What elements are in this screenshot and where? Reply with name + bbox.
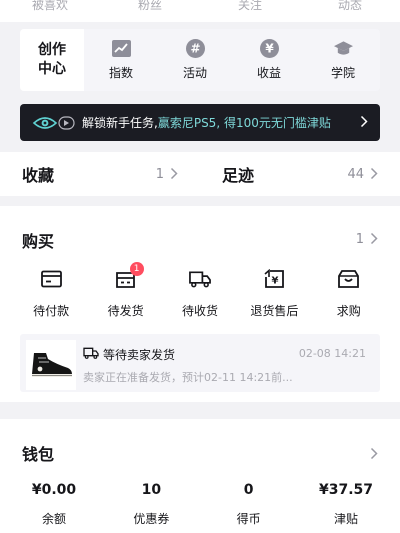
stat-posts[interactable]: 动态 [300, 0, 400, 22]
purchase-title[interactable]: 购买 [22, 228, 54, 252]
order-item-status: 等待卖家发货 [83, 346, 175, 363]
order-pending-payment[interactable]: 待付款 [18, 268, 84, 319]
wallet-stat-value: ¥37.57 [318, 482, 373, 498]
creator-title-line2: 中心 [38, 61, 66, 77]
wallet-coins[interactable]: 0 得币 [209, 482, 289, 527]
creator-center-bar: 创作 中心 指数 # 活动 ¥ 收益 学院 [20, 29, 380, 91]
order-item-time: 02-08 14:21 [298, 347, 366, 360]
chart-icon [111, 39, 131, 58]
creator-tool-earnings[interactable]: ¥ 收益 [232, 39, 306, 81]
wallet-stat-label: 余额 [41, 512, 66, 526]
banner-highlight-text: 赢索尼PS5, 得100元无门槛津贴 [157, 116, 331, 130]
profile-page: 被喜欢 粉丝 关注 动态 创作 中心 指数 # 活动 ¥ 收益 学院 解锁新手任… [0, 0, 400, 533]
eye-logo-icon [32, 114, 76, 132]
order-label: 待付款 [33, 304, 70, 318]
svg-text:¥: ¥ [271, 276, 278, 287]
profile-stats-bar: 被喜欢 粉丝 关注 动态 [0, 0, 400, 22]
creator-tool-activity[interactable]: # 活动 [158, 39, 232, 81]
order-status-row: 待付款 1 待发货 待收货 ¥ 退货售后 求购 [0, 262, 400, 319]
svg-text:¥: ¥ [265, 42, 274, 56]
chevron-right-icon [370, 230, 378, 249]
footprints-label: 足迹 [222, 166, 255, 185]
wallet-coupons[interactable]: 10 优惠券 [111, 482, 191, 527]
chevron-right-icon [360, 115, 368, 131]
order-label: 待发货 [107, 304, 144, 318]
order-item-status-text: 等待卖家发货 [103, 348, 176, 362]
chevron-right-icon [370, 165, 378, 184]
wallet-stat-value: 0 [243, 482, 254, 498]
order-label: 求购 [336, 304, 361, 318]
wallet-stat-label: 优惠券 [133, 512, 170, 526]
return-yen-icon: ¥ [263, 268, 285, 290]
creator-tool-label: 学院 [330, 66, 355, 80]
stat-liked[interactable]: 被喜欢 [0, 0, 100, 22]
purchase-all-link[interactable]: 1 [356, 230, 378, 249]
order-label: 待收货 [181, 304, 218, 318]
shop-bag-icon [338, 268, 360, 290]
svg-text:#: # [190, 42, 200, 56]
order-pending-shipment[interactable]: 1 待发货 [93, 262, 159, 319]
hashtag-icon: # [185, 39, 205, 58]
wallet-stat-label: 得币 [236, 512, 261, 526]
wallet-allowance[interactable]: ¥37.57 津贴 [306, 482, 386, 527]
banner-text: 解锁新手任务, [82, 116, 158, 130]
wallet-stat-label: 津贴 [333, 512, 358, 526]
creator-title-line1: 创作 [38, 42, 66, 58]
order-badge: 1 [129, 262, 144, 276]
truck-icon [83, 347, 99, 362]
wallet-stat-value: 10 [141, 482, 162, 498]
chevron-right-icon[interactable] [370, 445, 378, 464]
creator-tool-label: 收益 [256, 66, 281, 80]
creator-center-title[interactable]: 创作 中心 [20, 29, 84, 91]
favorites-entry[interactable]: 收藏 1 [22, 162, 178, 186]
order-item-card[interactable]: 等待卖家发货 02-08 14:21 卖家正在准备发货，预计02-11 14:2… [20, 334, 380, 392]
graduation-cap-icon [333, 39, 353, 58]
order-pending-receipt[interactable]: 待收货 [167, 268, 233, 319]
favorites-footprints-row: 收藏 1 足迹 44 [0, 152, 400, 196]
order-item-desc: 卖家正在准备发货，预计02-11 14:21前... [83, 371, 293, 384]
truck-icon [189, 268, 211, 290]
order-label: 退货售后 [250, 304, 299, 318]
wallet-stats-row: ¥0.00 余额 10 优惠券 0 得币 ¥37.57 津贴 [0, 482, 400, 527]
order-wanted[interactable]: 求购 [316, 268, 382, 319]
creator-tool-index[interactable]: 指数 [84, 39, 158, 81]
sneaker-thumbnail [26, 340, 76, 390]
footprints-entry[interactable]: 足迹 44 [222, 162, 378, 186]
newbie-task-banner[interactable]: 解锁新手任务, 赢索尼PS5, 得100元无门槛津贴 [20, 104, 380, 141]
favorites-count: 1 [155, 166, 164, 182]
wallet-card-icon [40, 268, 62, 290]
creator-tool-academy[interactable]: 学院 [306, 39, 380, 81]
favorites-label: 收藏 [22, 166, 55, 185]
wallet-title[interactable]: 钱包 [22, 441, 54, 465]
stat-following[interactable]: 关注 [200, 0, 300, 22]
order-returns-aftersale[interactable]: ¥ 退货售后 [241, 268, 307, 319]
wallet-card: 钱包 ¥0.00 余额 10 优惠券 0 得币 ¥37.57 津贴 [0, 419, 400, 533]
footprints-count: 44 [347, 166, 364, 182]
purchase-count: 1 [355, 232, 364, 247]
creator-tool-label: 指数 [108, 66, 133, 80]
yen-icon: ¥ [259, 39, 279, 58]
purchase-card: 购买 1 待付款 1 待发货 待收货 ¥ 退货售后 求购 等待卖家发货 02-0… [0, 206, 400, 402]
chevron-right-icon [170, 165, 178, 184]
wallet-balance[interactable]: ¥0.00 余额 [14, 482, 94, 527]
wallet-stat-value: ¥0.00 [31, 482, 77, 498]
creator-tool-label: 活动 [182, 66, 207, 80]
stat-fans[interactable]: 粉丝 [100, 0, 200, 22]
